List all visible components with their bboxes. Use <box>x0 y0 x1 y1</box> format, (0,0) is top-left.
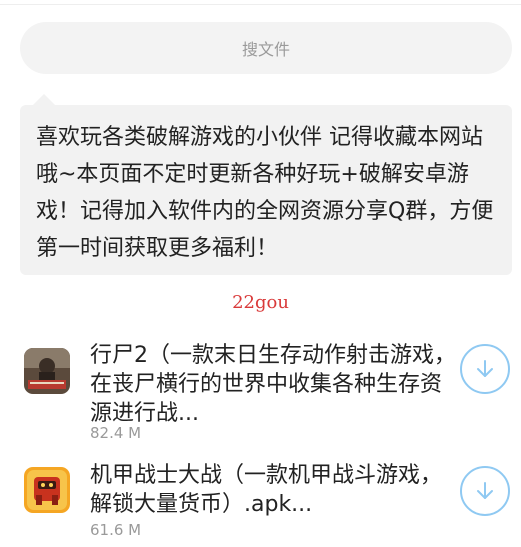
file-item[interactable]: 机甲战士大战（一款机甲战斗游戏，解锁大量货币）.apk... 61.6 M <box>0 460 521 547</box>
notice-box: 喜欢玩各类破解游戏的小伙伴 记得收藏本网站哦~本页面不定时更新各种好玩+破解安卓… <box>20 105 512 275</box>
download-arrow-icon <box>477 360 493 377</box>
download-button[interactable] <box>460 344 510 394</box>
top-divider <box>0 4 521 5</box>
file-size: 61.6 M <box>90 521 142 539</box>
mech-game-icon <box>24 467 70 513</box>
search-input[interactable]: 搜文件 <box>20 22 512 74</box>
source-link[interactable]: 22gou <box>0 292 521 313</box>
file-title[interactable]: 行尸2（一款末日生存动作射击游戏，在丧尸横行的世界中收集各种生存资源进行战... <box>90 341 458 428</box>
file-title[interactable]: 机甲战士大战（一款机甲战斗游戏，解锁大量货币）.apk... <box>90 461 458 519</box>
search-placeholder: 搜文件 <box>241 40 290 59</box>
zombie-game-icon <box>24 348 70 394</box>
download-arrow-icon <box>477 482 493 499</box>
file-item[interactable]: 行尸2（一款末日生存动作射击游戏，在丧尸横行的世界中收集各种生存资源进行战...… <box>0 340 521 450</box>
page: 搜文件 喜欢玩各类破解游戏的小伙伴 记得收藏本网站哦~本页面不定时更新各种好玩+… <box>0 0 521 547</box>
file-size: 82.4 M <box>90 424 142 442</box>
notice-text: 喜欢玩各类破解游戏的小伙伴 记得收藏本网站哦~本页面不定时更新各种好玩+破解安卓… <box>36 125 494 261</box>
source-label[interactable]: 22gou <box>232 292 289 313</box>
download-button[interactable] <box>460 466 510 516</box>
